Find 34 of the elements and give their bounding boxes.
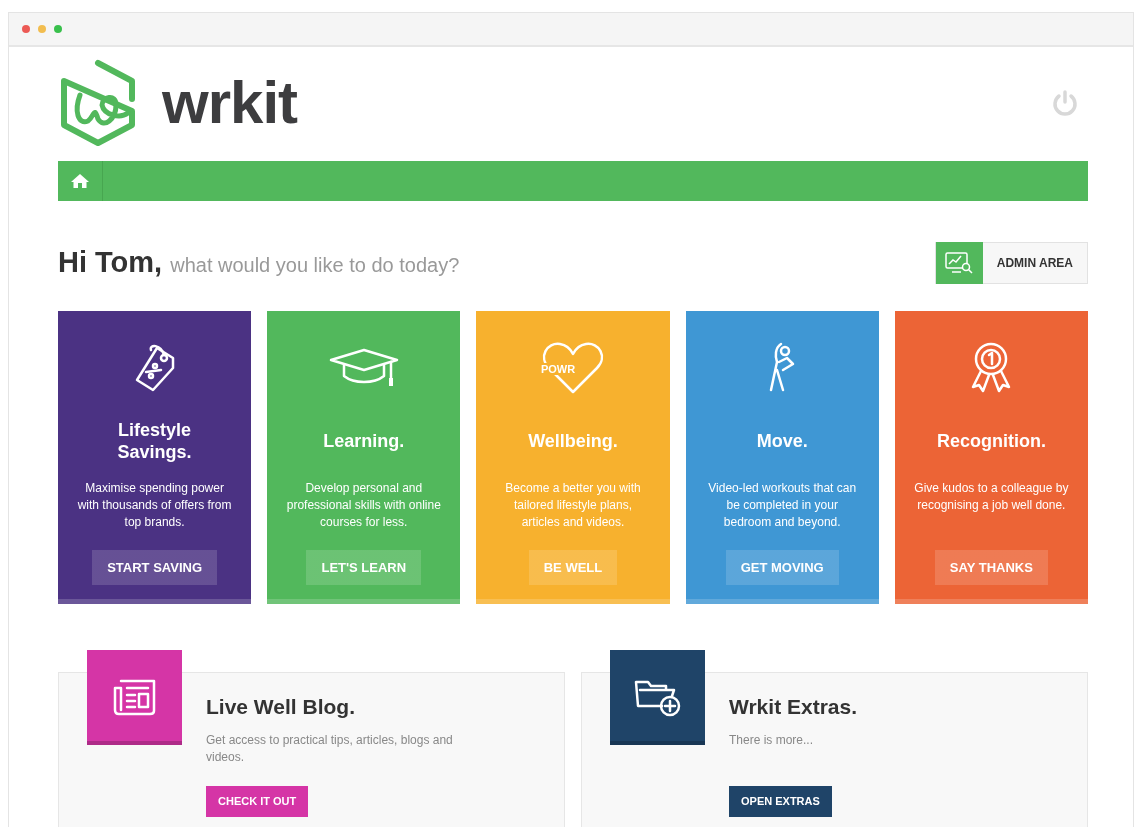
minimize-dot[interactable] — [38, 25, 46, 33]
tile-title: Move. — [755, 429, 809, 453]
tile-button[interactable]: START SAVING — [92, 549, 217, 585]
promo-button[interactable]: CHECK IT OUT — [206, 786, 309, 817]
admin-area-button[interactable]: ADMIN AREA — [934, 241, 1088, 284]
logo-icon — [58, 59, 138, 147]
tile-description: Give kudos to a colleague by recognising a job well done. — [913, 479, 1070, 514]
tile-button[interactable]: LET'S LEARN — [306, 549, 422, 585]
tile-title: Recognition. — [935, 429, 1047, 453]
promo-button[interactable]: OPEN EXTRAS — [729, 786, 832, 817]
greeting-name: Hi Tom, — [58, 245, 163, 280]
tile-description: Become a better you with tailored lifestyle plans, articles and videos. — [504, 479, 642, 531]
home-icon — [70, 173, 90, 189]
tile-title: Learning. — [322, 429, 406, 453]
maximize-dot[interactable] — [54, 25, 62, 33]
newspaper-icon — [112, 678, 157, 716]
tile-description: Maximise spending power with thousands of offers from top brands. — [76, 479, 233, 531]
heart-logo-text: POWR — [540, 363, 576, 375]
tile-button[interactable]: GET MOVING — [725, 549, 839, 585]
close-dot[interactable] — [22, 25, 30, 33]
tile-button[interactable]: SAY THANKS — [934, 549, 1048, 585]
tile-title: Lifestyle Savings. — [116, 418, 193, 464]
greeting-prompt: what would you like to do today? — [170, 253, 460, 278]
logo-text: wrkit — [162, 73, 298, 133]
promo-title: Live Well Blog. — [206, 693, 355, 720]
monitor-chart-icon — [945, 250, 974, 275]
promo-description: Get access to practical tips, articles, blogs and videos. — [206, 732, 454, 766]
graduation-cap-icon — [328, 348, 399, 388]
promo-description: There is more... — [729, 732, 814, 749]
tile-description: Video-led workouts that can be completed in your bedroom and beyond. — [707, 479, 858, 531]
tile-description: Develop personal and professional skills with online courses for less. — [285, 479, 442, 531]
promo-title: Wrkit Extras. — [729, 693, 857, 720]
tile-title: Wellbeing. — [527, 429, 619, 453]
power-icon[interactable] — [1052, 90, 1078, 116]
